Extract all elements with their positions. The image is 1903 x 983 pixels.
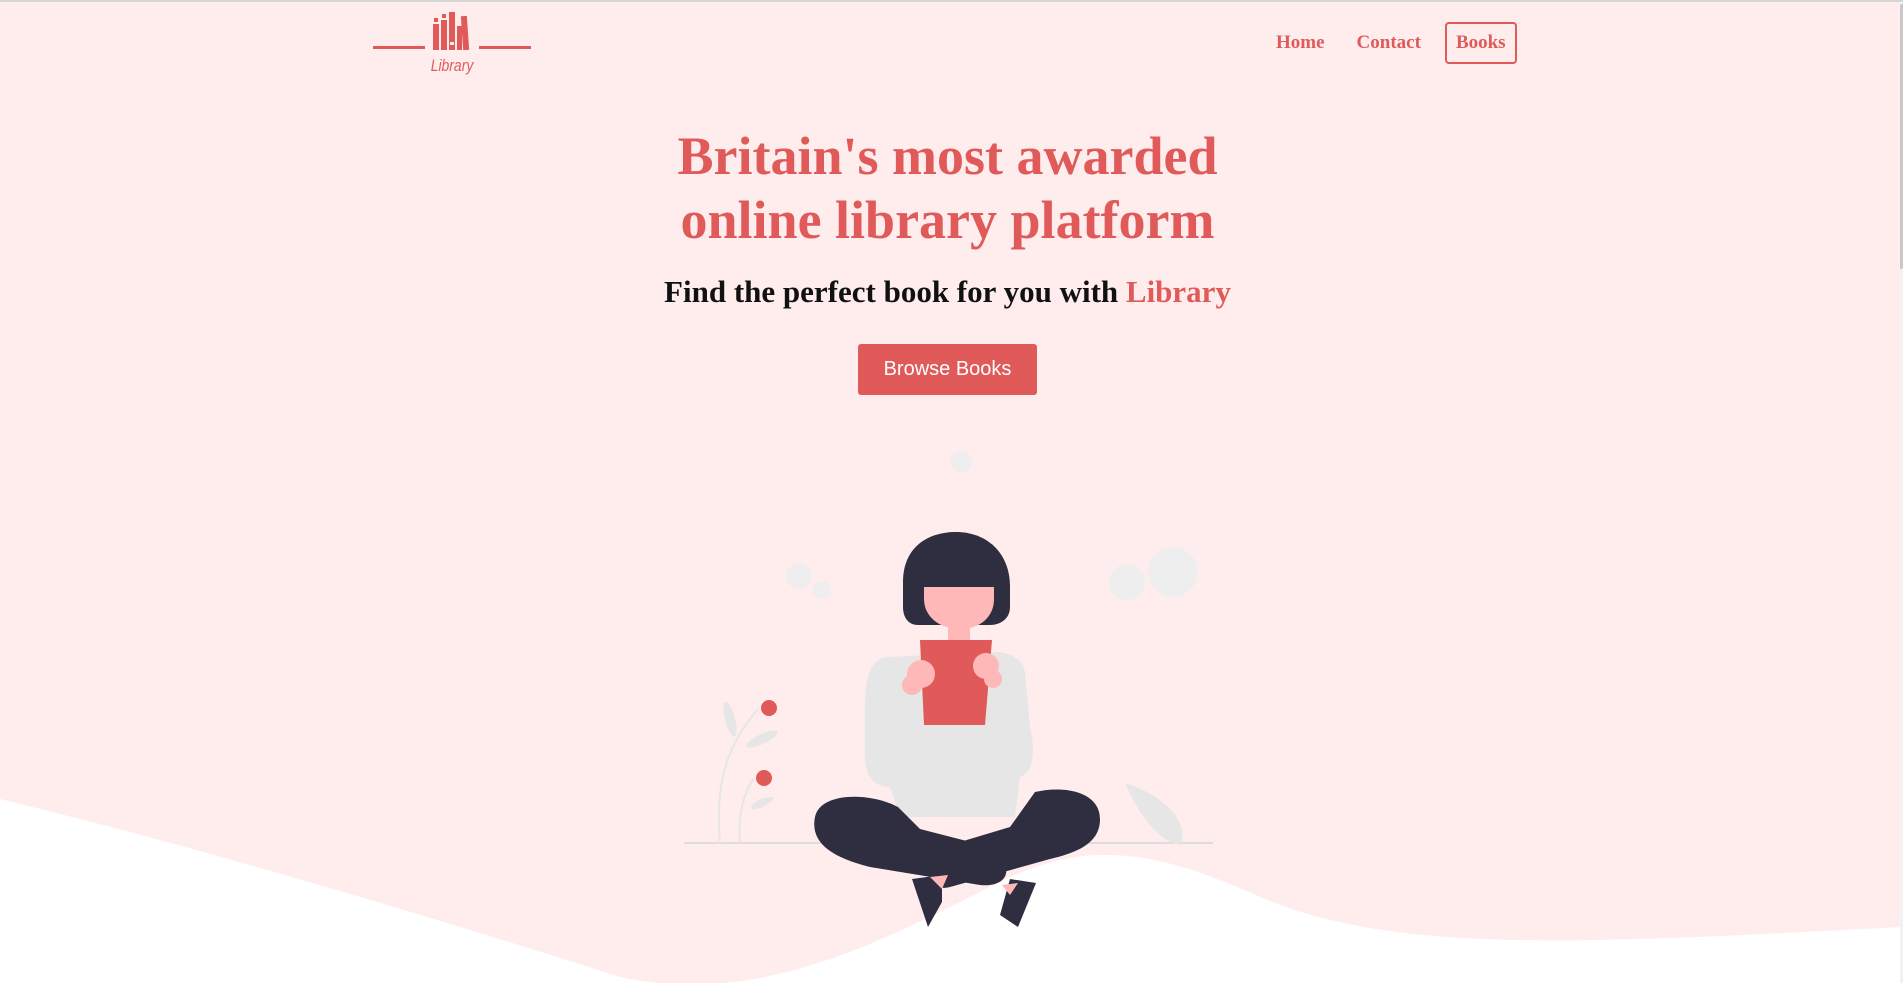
hero-subtitle: Find the perfect book for you with Libra… — [0, 274, 1895, 310]
site-logo[interactable]: Library — [373, 10, 531, 82]
nav-home-link[interactable]: Home — [1264, 24, 1337, 62]
logo-text: Library — [430, 56, 474, 75]
woman-reading-illustration — [684, 451, 1213, 927]
main-nav: Home Contact Books — [1264, 22, 1517, 64]
browse-books-button[interactable]: Browse Books — [858, 344, 1037, 395]
logo-right-line — [479, 46, 531, 49]
hero-subtitle-prefix: Find the perfect book for you with — [664, 274, 1126, 309]
landing-page: Library Home Contact Books Britain's mos… — [0, 0, 1903, 983]
hero-subtitle-brand: Library — [1125, 274, 1231, 309]
hero-title-line-1: Britain's most awarded — [677, 126, 1218, 186]
logo-left-line — [373, 46, 425, 49]
hero-title: Britain's most awarded online library pl… — [0, 124, 1895, 252]
hero-title-line-2: online library platform — [680, 190, 1215, 250]
nav-books-button[interactable]: Books — [1444, 22, 1517, 64]
nav-contact-link[interactable]: Contact — [1345, 24, 1433, 62]
bookshelf-icon — [433, 12, 470, 50]
